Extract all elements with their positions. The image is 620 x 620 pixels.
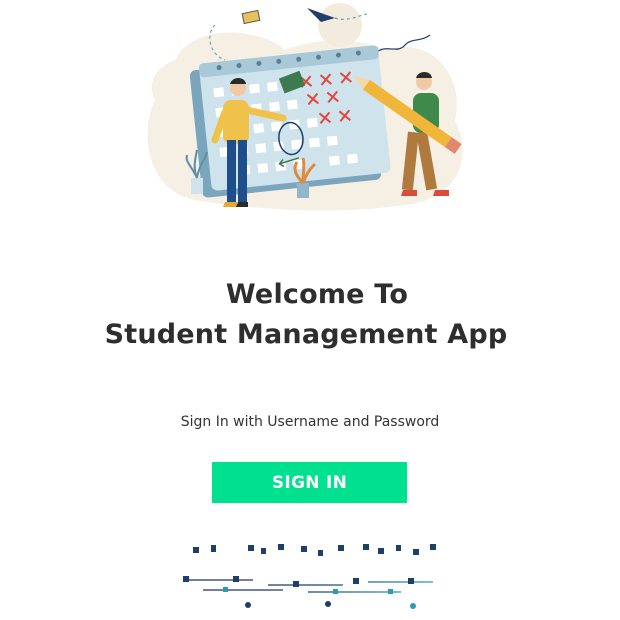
network-nodes — [183, 544, 436, 609]
sun-circle — [318, 3, 362, 47]
calendar-illustration — [147, 3, 463, 211]
sign-in-button[interactable]: SIGN IN — [212, 462, 407, 503]
app-title: Student Management App — [104, 319, 508, 350]
network-lines — [133, 550, 483, 618]
welcome-title: Welcome To — [225, 279, 409, 310]
network-illustration — [133, 544, 483, 618]
signin-instructions: Sign In with Username and Password — [180, 414, 440, 430]
flying-note — [241, 9, 261, 25]
